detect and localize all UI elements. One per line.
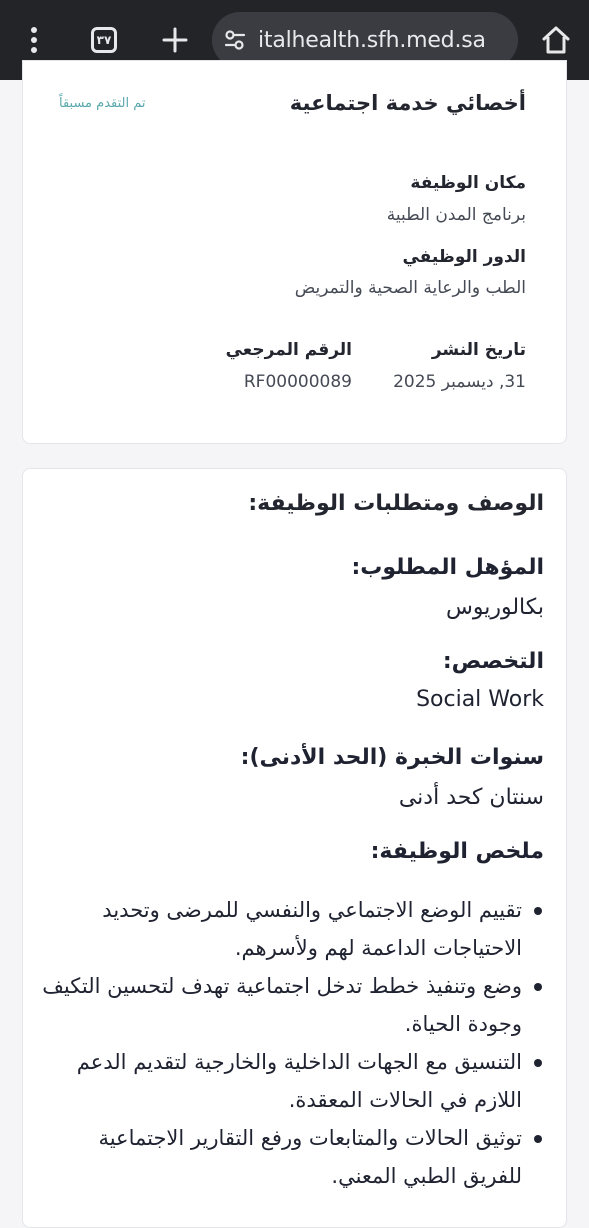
role-value: الطب والرعاية الصحية والتمريض: [294, 278, 526, 298]
list-item: وضع وتنفيذ خطط تدخل اجتماعية تهدف لتحسين…: [39, 967, 544, 1043]
duties-list: تقييم الوضع الاجتماعي والنفسي للمرضى وتح…: [39, 891, 544, 1195]
tabs-icon: ٣٧: [91, 27, 117, 53]
location-label: مكان الوظيفة: [410, 173, 526, 193]
url-text: italhealth.sfh.med.sa: [258, 27, 486, 53]
job-summary-label: ملخص الوظيفة:: [370, 839, 544, 864]
location-value: برنامج المدن الطبية: [386, 205, 526, 225]
reference-number-label: الرقم المرجعي: [225, 340, 352, 360]
reference-number-value: RF00000089: [243, 372, 352, 392]
list-item: توثيق الحالات والمتابعات ورفع التقارير ا…: [39, 1119, 544, 1195]
section-title: الوصف ومتطلبات الوظيفة:: [248, 491, 544, 516]
page-content: أخصائي خدمة اجتماعية تم التقدم مسبقاً مك…: [0, 60, 589, 1228]
qualification-label: المؤهل المطلوب:: [351, 555, 544, 580]
list-item: تقييم الوضع الاجتماعي والنفسي للمرضى وتح…: [39, 891, 544, 967]
specialty-label: التخصص:: [442, 649, 544, 674]
tab-switcher-button[interactable]: ٣٧: [78, 14, 130, 66]
job-description-card: الوصف ومتطلبات الوظيفة: المؤهل المطلوب: …: [22, 468, 567, 1228]
experience-value: سنتان كحد أدنى: [398, 785, 544, 810]
qualification-value: بكالوريوس: [445, 595, 544, 620]
plus-icon[interactable]: [150, 14, 200, 66]
tab-count: ٣٧: [96, 33, 112, 47]
home-icon[interactable]: [530, 14, 582, 66]
more-vert-icon[interactable]: [10, 14, 58, 66]
specialty-value: Social Work: [416, 687, 544, 712]
job-title: أخصائي خدمة اجتماعية: [289, 91, 526, 115]
applied-status: تم التقدم مسبقاً: [59, 96, 146, 111]
list-item: التنسيق مع الجهات الداخلية والخارجية لتق…: [39, 1043, 544, 1119]
posted-date-label: تاريخ النشر: [431, 340, 526, 360]
posted-date-value: 31, ديسمبر 2025: [393, 372, 526, 392]
experience-label: سنوات الخبرة (الحد الأدنى):: [240, 745, 544, 770]
job-summary-card: أخصائي خدمة اجتماعية تم التقدم مسبقاً مك…: [22, 60, 567, 444]
role-label: الدور الوظيفي: [402, 247, 526, 267]
site-settings-icon[interactable]: [212, 29, 258, 51]
